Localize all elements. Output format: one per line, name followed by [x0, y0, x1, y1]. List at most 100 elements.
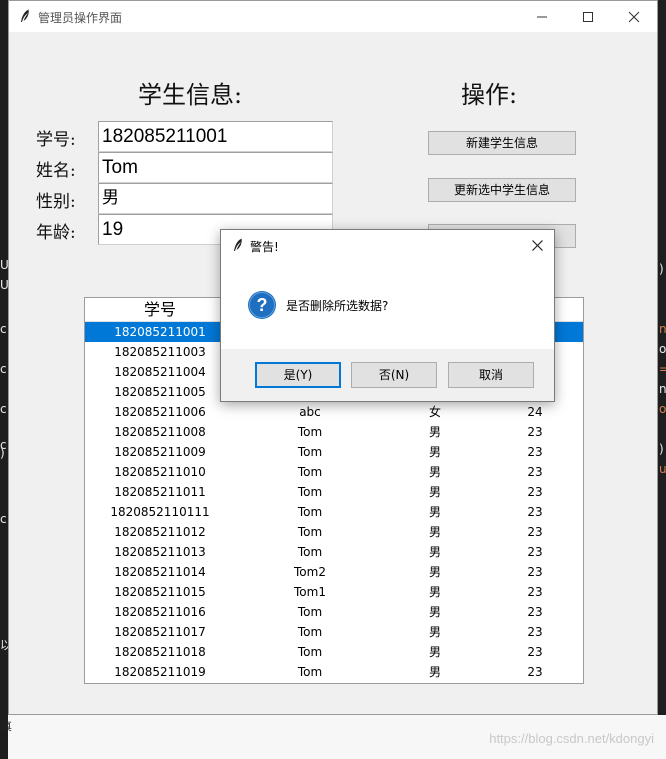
cell-student-id: 182085211005 [114, 385, 206, 399]
new-student-button[interactable]: 新建学生信息 [428, 131, 576, 155]
age-label: 年龄: [36, 223, 76, 243]
cell-student-id: 182085211018 [114, 645, 206, 659]
name-label: 姓名: [36, 161, 76, 181]
cell-student-id: 182085211003 [114, 345, 206, 359]
cell-gender: 男 [428, 545, 441, 559]
column-header-student-id[interactable]: 学号 [85, 298, 235, 322]
cell-student-id: 182085211009 [114, 445, 206, 459]
no-button[interactable]: 否(N) [351, 362, 437, 388]
titlebar[interactable]: 管理员操作界面 [9, 1, 657, 32]
background-bottom-text: 真 [1, 720, 12, 733]
cell-student-id: 182085211008 [114, 425, 206, 439]
close-icon [628, 11, 640, 23]
cell-age: 23 [527, 425, 543, 439]
minimize-icon [537, 16, 547, 18]
cell-name: Tom [297, 485, 323, 499]
cell-student-id: 182085211011 [114, 485, 206, 499]
table-row[interactable]: 182085211008 Tom 男 23 [85, 422, 583, 442]
cell-name: Tom [297, 525, 323, 539]
feather-icon [21, 9, 29, 22]
cell-student-id: 182085211016 [114, 605, 206, 619]
question-icon: ? [248, 291, 276, 319]
yes-button[interactable]: 是(Y) [255, 362, 341, 388]
background-fragment: c [0, 512, 7, 526]
cell-gender: 女 [428, 405, 441, 419]
student-info-heading: 学生信息: [138, 81, 243, 109]
cell-name: Tom [297, 505, 323, 519]
table-row[interactable]: 182085211009 Tom 男 23 [85, 442, 583, 462]
cell-age: 23 [527, 585, 543, 599]
maximize-button[interactable] [565, 1, 611, 32]
cell-student-id: 182085211017 [114, 625, 206, 639]
close-icon [532, 240, 543, 251]
background-fragment: = [659, 362, 666, 376]
cell-student-id: 182085211004 [114, 365, 206, 379]
dialog-titlebar[interactable]: 警告! [221, 230, 554, 260]
table-row[interactable]: 182085211012 Tom 男 23 [85, 522, 583, 542]
table-row[interactable]: 182085211017 Tom 男 23 [85, 622, 583, 642]
table-row[interactable]: 182085211015 Tom1 男 23 [85, 582, 583, 602]
table-row[interactable]: 182085211011 Tom 男 23 [85, 482, 583, 502]
cell-student-id: 182085211014 [114, 565, 206, 579]
student-id-label: 学号: [36, 130, 76, 150]
table-row[interactable]: 182085211006 abc 女 24 [85, 402, 583, 422]
warning-dialog: 警告! ? 是否删除所选数据? 是(Y) 否(N) 取消 [220, 229, 555, 402]
name-field[interactable]: Tom [98, 152, 333, 183]
background-fragment: o [659, 402, 666, 416]
table-row[interactable]: 1820852110111 Tom 男 23 [85, 502, 583, 522]
cell-gender: 男 [428, 465, 441, 479]
cell-student-id: 182085211001 [114, 325, 206, 339]
table-row[interactable]: 182085211013 Tom 男 23 [85, 542, 583, 562]
student-id-field[interactable]: 182085211001 [98, 121, 333, 152]
cell-name: Tom1 [294, 585, 326, 599]
background-fragment: ) [659, 262, 664, 276]
cell-student-id: 182085211010 [114, 465, 206, 479]
operations-heading: 操作: [461, 81, 518, 109]
cell-age: 23 [527, 445, 543, 459]
background-fragment: c [0, 402, 7, 416]
table-row[interactable]: 182085211016 Tom 男 23 [85, 602, 583, 622]
background-fragment: ) [0, 446, 5, 460]
cell-student-id: 182085211019 [114, 665, 206, 679]
cell-gender: 男 [428, 625, 441, 639]
cell-name: Tom [297, 665, 323, 679]
background-fragment: c [0, 322, 7, 336]
table-row[interactable]: 182085211014 Tom2 男 23 [85, 562, 583, 582]
table-row[interactable]: 182085211018 Tom 男 23 [85, 642, 583, 662]
table-row[interactable]: 182085211010 Tom 男 23 [85, 462, 583, 482]
gender-label: 性别: [36, 192, 76, 212]
update-student-button[interactable]: 更新选中学生信息 [428, 178, 576, 202]
dialog-title: 警告! [250, 240, 279, 254]
background-fragment: c [0, 362, 7, 376]
cancel-button[interactable]: 取消 [448, 362, 534, 388]
cell-age: 23 [527, 565, 543, 579]
cell-name: Tom [297, 465, 323, 479]
cell-age: 23 [527, 505, 543, 519]
cell-name: Tom [297, 645, 323, 659]
dialog-button-bar: 是(Y) 否(N) 取消 [221, 349, 554, 401]
cell-name: abc [299, 405, 321, 419]
cell-gender: 男 [428, 485, 441, 499]
cell-age: 23 [527, 645, 543, 659]
gender-field[interactable]: 男 [98, 183, 333, 214]
cell-age: 23 [527, 665, 543, 679]
cell-age: 23 [527, 465, 543, 479]
cell-gender: 男 [428, 565, 441, 579]
cell-gender: 男 [428, 425, 441, 439]
cell-gender: 男 [428, 445, 441, 459]
cell-name: Tom [297, 445, 323, 459]
background-editor-right-edge [658, 0, 666, 759]
cell-student-id: 182085211015 [114, 585, 206, 599]
table-row[interactable]: 182085211019 Tom 男 23 [85, 662, 583, 682]
dialog-close-button[interactable] [526, 234, 548, 256]
window-title: 管理员操作界面 [38, 11, 123, 25]
close-button[interactable] [611, 1, 657, 32]
cell-student-id: 182085211012 [114, 525, 206, 539]
cell-student-id: 1820852110111 [110, 505, 210, 519]
cell-gender: 男 [428, 605, 441, 619]
cell-age: 23 [527, 525, 543, 539]
minimize-button[interactable] [519, 1, 565, 32]
cell-name: Tom [297, 545, 323, 559]
cell-age: 24 [527, 405, 543, 419]
cell-gender: 男 [428, 645, 441, 659]
